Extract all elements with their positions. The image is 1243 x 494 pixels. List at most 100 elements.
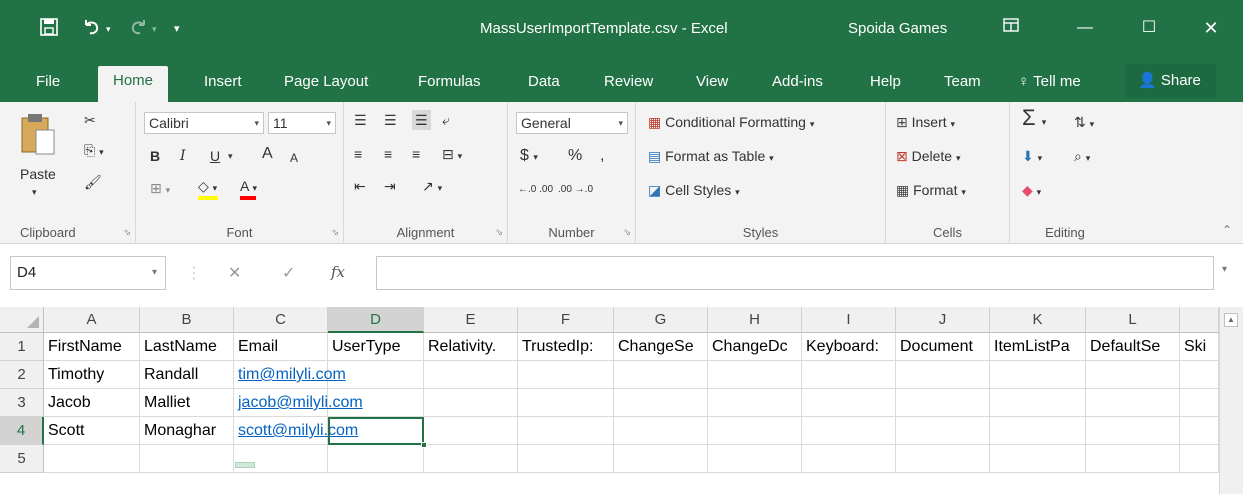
- column-header-d[interactable]: D: [328, 307, 424, 333]
- cancel-icon[interactable]: ✕: [228, 264, 241, 284]
- align-right-icon[interactable]: ≡: [412, 144, 420, 164]
- find-select-icon[interactable]: ⌕ ▾: [1074, 146, 1090, 168]
- row-header-4[interactable]: 4: [0, 417, 44, 445]
- align-bottom-icon[interactable]: ☰: [412, 110, 431, 130]
- tab-home[interactable]: Home: [98, 66, 168, 102]
- underline-button[interactable]: U: [210, 146, 220, 166]
- cell-c2[interactable]: tim@milyli.com: [234, 361, 346, 389]
- cell-m5[interactable]: [1180, 445, 1219, 473]
- cell-k5[interactable]: [990, 445, 1086, 473]
- formula-input[interactable]: [376, 256, 1214, 290]
- clipboard-launcher-icon[interactable]: ⬂: [123, 227, 131, 238]
- font-launcher-icon[interactable]: ⬂: [331, 227, 339, 238]
- grow-font-button[interactable]: A: [262, 144, 273, 164]
- customize-qat-icon[interactable]: ▾: [174, 18, 180, 40]
- share-button[interactable]: 👤 Share: [1126, 64, 1216, 98]
- cell-e1[interactable]: Relativity.: [424, 333, 518, 361]
- bold-button[interactable]: B: [150, 146, 160, 166]
- row-header-3[interactable]: 3: [0, 389, 44, 417]
- cell-m4[interactable]: [1180, 417, 1219, 445]
- cell-i5[interactable]: [802, 445, 896, 473]
- percent-button[interactable]: %: [568, 146, 582, 166]
- cell-i4[interactable]: [802, 417, 896, 445]
- cell-i1[interactable]: Keyboard:: [802, 333, 896, 361]
- column-header-c[interactable]: C: [234, 307, 328, 333]
- cell-a4[interactable]: Scott: [44, 417, 140, 445]
- tell-me-search[interactable]: ♀ Tell me: [1008, 70, 1091, 102]
- cell-l4[interactable]: [1086, 417, 1180, 445]
- cell-k3[interactable]: [990, 389, 1086, 417]
- delete-cells-button[interactable]: ⊠ Delete ▾: [896, 146, 961, 168]
- save-icon[interactable]: [40, 18, 58, 40]
- cell-g5[interactable]: [614, 445, 708, 473]
- fill-color-icon[interactable]: ◇ ▾: [198, 176, 217, 198]
- column-header-k[interactable]: K: [990, 307, 1086, 333]
- cell-b1[interactable]: LastName: [140, 333, 234, 361]
- cut-icon[interactable]: ✂: [84, 110, 96, 130]
- maximize-icon[interactable]: ☐: [1126, 10, 1172, 46]
- undo-icon[interactable]: [82, 18, 102, 40]
- align-middle-icon[interactable]: ☰: [384, 110, 397, 130]
- cell-e3[interactable]: [424, 389, 518, 417]
- cell-f5[interactable]: [518, 445, 614, 473]
- row-header-1[interactable]: 1: [0, 333, 44, 361]
- decrease-indent-icon[interactable]: ⇤: [354, 176, 366, 196]
- cell-i3[interactable]: [802, 389, 896, 417]
- cell-e5[interactable]: [424, 445, 518, 473]
- merge-center-icon[interactable]: ⊟ ▾: [442, 144, 462, 166]
- column-header-g[interactable]: G: [614, 307, 708, 333]
- alignment-launcher-icon[interactable]: ⬂: [495, 227, 503, 238]
- tab-team[interactable]: Team: [934, 70, 991, 102]
- cell-h4[interactable]: [708, 417, 802, 445]
- cell-j2[interactable]: [896, 361, 990, 389]
- clear-icon[interactable]: ◆ ▾: [1022, 180, 1041, 202]
- cell-g2[interactable]: [614, 361, 708, 389]
- fill-handle[interactable]: [421, 442, 427, 448]
- cell-k2[interactable]: [990, 361, 1086, 389]
- cell-m1[interactable]: Ski: [1180, 333, 1219, 361]
- cell-b3[interactable]: Malliet: [140, 389, 234, 417]
- tab-data[interactable]: Data: [518, 70, 570, 102]
- select-all-button[interactable]: [0, 307, 44, 333]
- column-header-a[interactable]: A: [44, 307, 140, 333]
- cell-h3[interactable]: [708, 389, 802, 417]
- ribbon-display-icon[interactable]: [988, 10, 1034, 46]
- collapse-ribbon-icon[interactable]: ⌃: [1222, 220, 1232, 240]
- cell-d4[interactable]: [328, 417, 424, 445]
- column-header-partial[interactable]: [1180, 307, 1219, 333]
- decrease-decimal-button[interactable]: .00 →.0: [558, 180, 593, 200]
- insert-function-icon[interactable]: fx: [331, 263, 345, 281]
- expand-formula-bar-icon[interactable]: ▾: [1222, 264, 1227, 275]
- tab-help[interactable]: Help: [860, 70, 911, 102]
- cell-l3[interactable]: [1086, 389, 1180, 417]
- copy-icon[interactable]: ⎘ ▾: [84, 140, 104, 162]
- cell-k1[interactable]: ItemListPa: [990, 333, 1086, 361]
- scroll-up-icon[interactable]: ▲: [1224, 313, 1238, 327]
- column-header-e[interactable]: E: [424, 307, 518, 333]
- tab-formulas[interactable]: Formulas: [408, 70, 491, 102]
- wrap-text-icon[interactable]: ⤶: [442, 110, 450, 130]
- tab-add-ins[interactable]: Add-ins: [762, 70, 833, 102]
- fill-icon[interactable]: ⬇ ▾: [1022, 146, 1042, 168]
- cell-j3[interactable]: [896, 389, 990, 417]
- paste-button[interactable]: Paste ▾: [16, 112, 64, 204]
- paste-options-icon[interactable]: [234, 456, 256, 469]
- cell-f4[interactable]: [518, 417, 614, 445]
- increase-decimal-button[interactable]: ←.0 .00: [518, 180, 553, 200]
- close-icon[interactable]: ✕: [1188, 10, 1234, 46]
- column-header-f[interactable]: F: [518, 307, 614, 333]
- cell-b2[interactable]: Randall: [140, 361, 234, 389]
- cell-l5[interactable]: [1086, 445, 1180, 473]
- number-launcher-icon[interactable]: ⬂: [623, 227, 631, 238]
- autosum-icon[interactable]: Σ ▾: [1022, 107, 1046, 132]
- minimize-icon[interactable]: —: [1062, 10, 1108, 46]
- font-color-button[interactable]: A ▾: [240, 176, 257, 198]
- underline-dropdown-icon[interactable]: ▾: [228, 146, 233, 166]
- cell-l2[interactable]: [1086, 361, 1180, 389]
- italic-button[interactable]: I: [180, 146, 186, 166]
- cell-f2[interactable]: [518, 361, 614, 389]
- align-left-icon[interactable]: ≡: [354, 144, 362, 164]
- format-as-table-button[interactable]: ▤ Format as Table ▾: [648, 146, 774, 168]
- user-name[interactable]: Spoida Games: [848, 19, 947, 39]
- cell-h5[interactable]: [708, 445, 802, 473]
